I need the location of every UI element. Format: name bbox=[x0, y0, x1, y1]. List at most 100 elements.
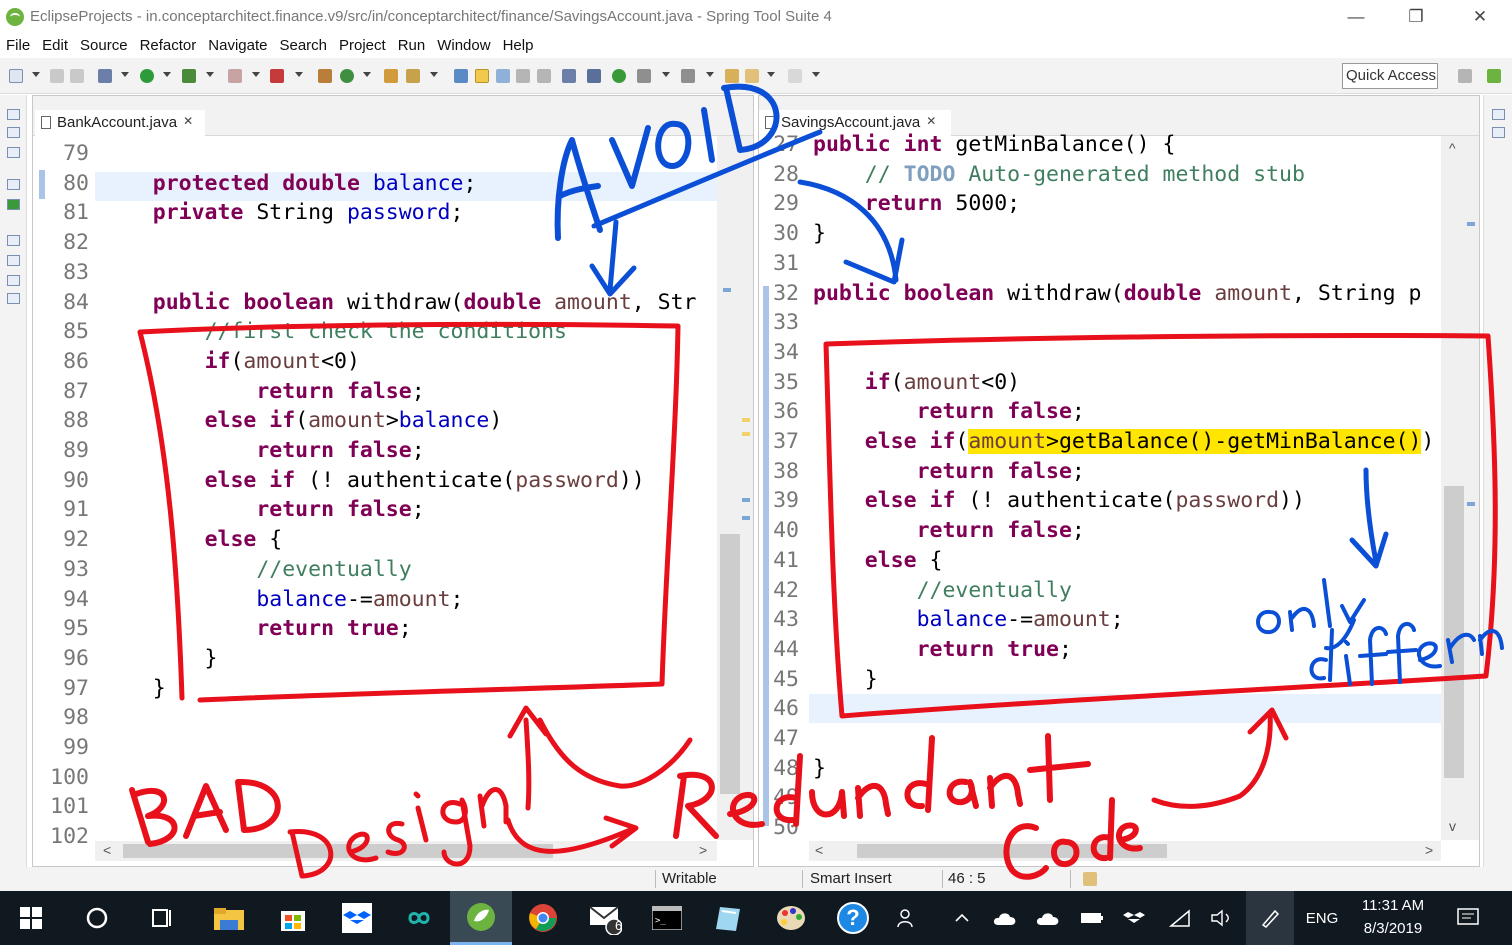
forward-icon[interactable] bbox=[788, 69, 802, 83]
external-dropdown-icon[interactable] bbox=[206, 72, 214, 77]
code-line[interactable]: 34 bbox=[759, 338, 1479, 368]
code-line[interactable]: 95 return true; bbox=[33, 614, 753, 644]
code-line[interactable]: 28 // TODO Auto-generated method stub bbox=[759, 160, 1479, 190]
code-line[interactable]: 87 return false; bbox=[33, 377, 753, 407]
code-line[interactable]: 39 else if (! authenticate(password)) bbox=[759, 486, 1479, 516]
left-horizontal-scroll-thumb[interactable] bbox=[123, 844, 553, 858]
tray-dropbox[interactable] bbox=[1116, 891, 1152, 945]
quick-access-input[interactable]: Quick Access bbox=[1342, 63, 1438, 89]
outline-view-icon[interactable] bbox=[1492, 127, 1505, 138]
right-horizontal-scroll-thumb[interactable] bbox=[857, 844, 1167, 858]
show-whitespace-icon[interactable] bbox=[537, 69, 551, 83]
taskbar-spring-tool-suite[interactable] bbox=[450, 891, 512, 945]
toggle-breadcrumb-icon[interactable] bbox=[496, 69, 510, 83]
tray-pen[interactable] bbox=[1246, 891, 1294, 945]
close-button[interactable]: ✕ bbox=[1448, 0, 1512, 33]
package-explorer-icon[interactable] bbox=[7, 127, 20, 138]
right-code-area[interactable]: 27 public int getMinBalance() {28 // TODO… bbox=[759, 130, 1479, 843]
scroll-left-arrow-icon[interactable]: < bbox=[103, 842, 111, 858]
search-button[interactable] bbox=[66, 891, 128, 945]
code-line[interactable]: 30} bbox=[759, 219, 1479, 249]
right-horizontal-scrollbar[interactable]: < > bbox=[809, 841, 1441, 861]
scroll-right-arrow-icon[interactable]: > bbox=[1425, 842, 1433, 858]
tab-close-icon[interactable]: ✕ bbox=[183, 114, 193, 128]
debug-perspective-icon[interactable] bbox=[98, 69, 112, 83]
menu-navigate[interactable]: Navigate bbox=[208, 37, 267, 54]
left-code-area[interactable]: 79 80 protected double balance; 81 private… bbox=[33, 139, 753, 849]
taskbar-paint[interactable] bbox=[760, 891, 822, 945]
code-line[interactable]: 100 bbox=[33, 763, 753, 793]
code-line[interactable]: 27 public int getMinBalance() { bbox=[759, 130, 1479, 160]
code-line[interactable]: 83 bbox=[33, 258, 753, 288]
taskbar-infinity-app[interactable] bbox=[388, 891, 450, 945]
code-line[interactable]: 101 bbox=[33, 792, 753, 822]
new-class-icon[interactable] bbox=[340, 69, 354, 83]
code-line[interactable]: 88 else if(amount>balance) bbox=[33, 406, 753, 436]
menu-refactor[interactable]: Refactor bbox=[140, 37, 197, 54]
block-selection-icon[interactable] bbox=[516, 69, 530, 83]
restore-view-icon[interactable] bbox=[1492, 109, 1505, 120]
code-line[interactable]: 90 else if (! authenticate(password)) bbox=[33, 466, 753, 496]
tray-volume[interactable] bbox=[1204, 891, 1240, 945]
code-line[interactable]: 37 else if(amount>getBalance()-getMinBal… bbox=[759, 427, 1479, 457]
menu-run[interactable]: Run bbox=[398, 37, 426, 54]
code-line[interactable]: 46 bbox=[759, 694, 1479, 724]
new-server-icon[interactable] bbox=[318, 69, 332, 83]
taskbar-mail[interactable]: 6 bbox=[574, 891, 636, 945]
declaration-icon[interactable] bbox=[7, 293, 20, 304]
menu-file[interactable]: File bbox=[6, 37, 30, 54]
run-dropdown-icon[interactable] bbox=[163, 72, 171, 77]
tab-bankaccount[interactable]: BankAccount.java ✕ bbox=[35, 110, 205, 136]
debug-dropdown-icon[interactable] bbox=[121, 72, 129, 77]
code-line[interactable]: 48} bbox=[759, 754, 1479, 784]
code-line[interactable]: 43 balance-=amount; bbox=[759, 605, 1479, 635]
restore-view-icon[interactable] bbox=[7, 109, 20, 120]
code-line[interactable]: 92 else { bbox=[33, 525, 753, 555]
code-line[interactable]: 96 } bbox=[33, 644, 753, 674]
taskbar-help[interactable]: ? bbox=[822, 891, 884, 945]
deploy-dropdown-icon[interactable] bbox=[295, 72, 303, 77]
tray-onedrive-sync[interactable] bbox=[988, 891, 1022, 945]
taskbar-store[interactable] bbox=[262, 891, 324, 945]
right-vertical-scroll-thumb[interactable] bbox=[1444, 486, 1464, 778]
stop-dropdown-icon[interactable] bbox=[252, 72, 260, 77]
restore-view-3-icon[interactable] bbox=[7, 235, 20, 246]
prev-annotation-icon[interactable] bbox=[681, 69, 695, 83]
code-line[interactable]: 49 bbox=[759, 783, 1479, 813]
new-class-dropdown-icon[interactable] bbox=[363, 72, 371, 77]
spring-icon[interactable] bbox=[7, 199, 20, 210]
code-line[interactable]: 91 return false; bbox=[33, 495, 753, 525]
new-icon[interactable] bbox=[9, 69, 23, 83]
scroll-up-arrow-icon[interactable]: ^ bbox=[1449, 140, 1456, 156]
run-icon[interactable] bbox=[140, 69, 154, 83]
save-all-icon[interactable] bbox=[70, 69, 84, 83]
last-edit-icon[interactable] bbox=[725, 69, 739, 83]
save-icon[interactable] bbox=[50, 69, 64, 83]
open-perspective-icon[interactable] bbox=[1458, 69, 1472, 83]
tray-wifi[interactable] bbox=[1162, 891, 1198, 945]
taskbar-notes-app[interactable] bbox=[698, 891, 760, 945]
code-line[interactable]: 31 bbox=[759, 249, 1479, 279]
tray-language[interactable]: ENG bbox=[1300, 891, 1344, 945]
code-line[interactable]: 86 if(amount<0) bbox=[33, 347, 753, 377]
code-line[interactable]: 84 public boolean withdraw(double amount… bbox=[33, 288, 753, 318]
code-line[interactable]: 93 //eventually bbox=[33, 555, 753, 585]
task-dropdown-icon[interactable] bbox=[430, 72, 438, 77]
code-line[interactable]: 38 return false; bbox=[759, 457, 1479, 487]
task-view-button[interactable] bbox=[130, 891, 192, 945]
menu-help[interactable]: Help bbox=[503, 37, 534, 54]
show-hidden-icons-button[interactable] bbox=[946, 891, 978, 945]
tray-onedrive[interactable] bbox=[1030, 891, 1066, 945]
javadoc-icon[interactable] bbox=[7, 275, 20, 286]
restore-button[interactable]: ❐ bbox=[1384, 0, 1448, 33]
code-line[interactable]: 42 //eventually bbox=[759, 576, 1479, 606]
code-line[interactable]: 80 protected double balance; bbox=[33, 169, 753, 199]
taskbar-chrome[interactable] bbox=[512, 891, 574, 945]
prev-annotation-dropdown-icon[interactable] bbox=[706, 72, 714, 77]
start-button[interactable] bbox=[0, 891, 62, 945]
outline-icon[interactable] bbox=[7, 255, 20, 266]
code-line[interactable]: 35 if(amount<0) bbox=[759, 368, 1479, 398]
menu-search[interactable]: Search bbox=[279, 37, 327, 54]
code-line[interactable]: 50 bbox=[759, 813, 1479, 843]
right-vertical-scrollbar[interactable]: ^ v bbox=[1441, 136, 1479, 840]
